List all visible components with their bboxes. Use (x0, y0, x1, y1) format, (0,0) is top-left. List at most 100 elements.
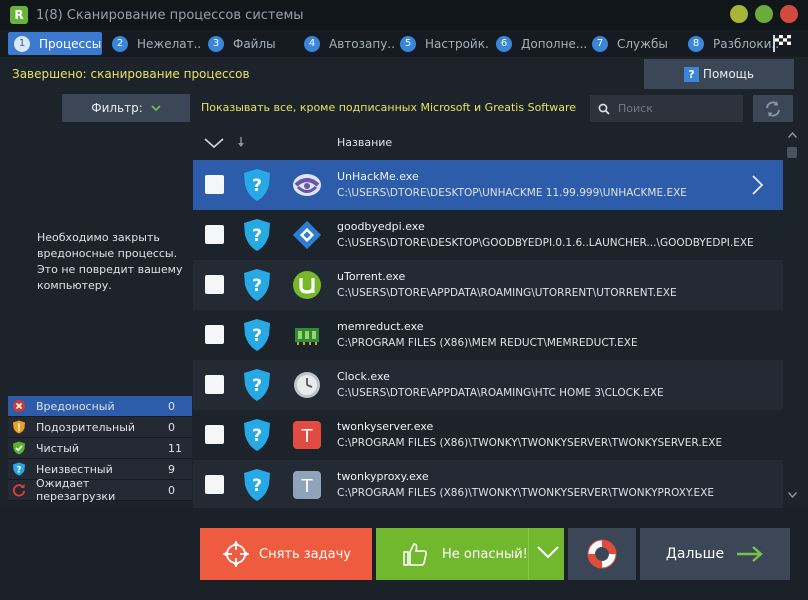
process-path: C:\USERS\DTORE\DESKTOP\UNHACKME 11.99.99… (337, 187, 687, 199)
legend-item-pending-reboot[interactable]: Ожидает перезагрузки 0 (8, 477, 192, 503)
help-button[interactable]: ? Помощь (644, 59, 794, 89)
svg-text:?: ? (252, 176, 262, 196)
twonkyserver-icon-letter: T (301, 426, 314, 447)
finish-flag-icon[interactable] (772, 34, 792, 52)
green-check-shield-icon (13, 441, 25, 455)
next-label: Дальше (665, 546, 725, 562)
step-label: Автозапу... (329, 36, 394, 51)
table-row[interactable]: ? uTorrent.exe C:\USERS\DTORE\APPDATA\RO… (193, 260, 783, 310)
red-x-icon (13, 400, 25, 412)
step-number: 3 (208, 35, 224, 52)
row-checkbox[interactable] (205, 275, 224, 294)
action-bar: Снять задачу Не опасный! Дальше (0, 508, 808, 600)
row-checkbox[interactable] (205, 475, 224, 494)
chevron-down-icon (151, 105, 161, 112)
unknown-shield-icon: ? (244, 269, 270, 301)
step-autorun[interactable]: 4 Автозапу... (298, 32, 394, 55)
search-input[interactable] (618, 102, 728, 115)
process-name: uTorrent.exe (337, 270, 406, 283)
legend-label: Ожидает перезагрузки (36, 477, 116, 503)
table-scrollbar[interactable] (785, 128, 800, 506)
scroll-up-icon[interactable] (788, 132, 797, 138)
row-checkbox[interactable] (205, 425, 224, 444)
title-bar[interactable]: R 1(8) Сканирование процессов системы (0, 0, 808, 30)
filter-button[interactable]: Фильтр: (62, 94, 190, 122)
close-button[interactable] (780, 5, 798, 23)
process-name: memreduct.exe (337, 320, 424, 333)
legend-list: Вредоносный 0 Подозрительный 0 Чистый 11… (8, 396, 192, 503)
arrow-right-icon (737, 546, 763, 562)
row-checkbox[interactable] (205, 225, 224, 244)
refresh-button[interactable] (753, 95, 793, 122)
legend-count: 0 (168, 399, 175, 413)
step-processes[interactable]: 1 Процессы (8, 32, 102, 55)
table-row[interactable]: ? T twonkyproxy.exe C:\PROGRAM FILES (X8… (193, 460, 783, 510)
process-name: twonkyserver.exe (337, 420, 434, 433)
select-all-chevron-icon[interactable] (203, 136, 225, 150)
process-name: twonkyproxy.exe (337, 470, 429, 483)
table-row[interactable]: ? T twonkyserver.exe C:\PROGRAM FILES (X… (193, 410, 783, 460)
unknown-shield-icon: ? (244, 369, 270, 401)
table-row[interactable]: ? UnHackMe.exe C:\USERS\DTORE\DESKTOP\UN… (193, 160, 783, 210)
svg-text:?: ? (252, 426, 262, 446)
lifebuoy-button[interactable] (568, 528, 636, 580)
process-path: C:\PROGRAM FILES (X86)\TWONKY\TWONKYSERV… (337, 487, 715, 499)
chevron-right-icon[interactable] (750, 174, 766, 196)
legend-item-clean[interactable]: Чистый 11 (8, 438, 192, 459)
step-extras[interactable]: 6 Дополне... (490, 32, 586, 55)
table-header: Название (193, 128, 783, 158)
step-files[interactable]: 3 Файлы (202, 32, 298, 55)
svg-text:?: ? (252, 226, 262, 246)
scroll-down-icon[interactable] (788, 492, 797, 498)
table-row[interactable]: ? goodbyedpi.exe C:\USERS\DTORE\DESKTOP\… (193, 210, 783, 260)
chevron-down-icon[interactable] (536, 544, 560, 560)
step-label: Настройк... (425, 36, 490, 51)
svg-text:?: ? (252, 326, 262, 346)
row-checkbox[interactable] (205, 375, 224, 394)
not-dangerous-label: Не опасный! (442, 546, 528, 562)
step-label: Службы (617, 36, 668, 51)
unhackme-icon (293, 174, 321, 196)
step-number: 7 (592, 35, 608, 52)
filter-label: Фильтр: (91, 101, 143, 115)
legend-item-malicious[interactable]: Вредоносный 0 (8, 396, 192, 417)
step-label: Разблоки... (713, 36, 778, 51)
legend-count: 0 (168, 420, 175, 434)
notice-text: Необходимо закрыть вредоносные процессы.… (37, 231, 183, 292)
step-label: Нежелат... (137, 36, 202, 51)
legend-label: Чистый (36, 441, 79, 455)
row-checkbox[interactable] (205, 175, 224, 194)
blue-question-shield-icon: ? (13, 462, 25, 476)
clock-icon (294, 372, 320, 398)
orange-exclamation-shield-icon (13, 420, 25, 434)
maximize-button[interactable] (755, 5, 773, 23)
minimize-button[interactable] (730, 5, 748, 23)
twonkyproxy-icon: T (293, 471, 321, 499)
step-label: Дополне... (521, 36, 586, 51)
process-name: goodbyedpi.exe (337, 220, 425, 233)
step-settings[interactable]: 5 Настройк... (394, 32, 490, 55)
column-header-name[interactable]: Название (337, 136, 392, 149)
row-checkbox[interactable] (205, 325, 224, 344)
step-number: 1 (14, 35, 30, 52)
table-rows: ? UnHackMe.exe C:\USERS\DTORE\DESKTOP\UN… (193, 160, 783, 510)
not-dangerous-button[interactable]: Не опасный! (376, 528, 564, 580)
table-row[interactable]: ? Clock.exe C:\USERS\DTORE\APPDATA\ROAMI… (193, 360, 783, 410)
legend-item-suspicious[interactable]: Подозрительный 0 (8, 417, 192, 438)
step-services[interactable]: 7 Службы (586, 32, 682, 55)
table-row[interactable]: ? memreduct.exe C:\PROGRAM FILES (X86)\M… (193, 310, 783, 360)
search-box[interactable] (590, 95, 743, 122)
search-icon (598, 103, 610, 115)
sort-arrow-icon[interactable] (236, 136, 246, 148)
wizard-steps: 1 Процессы 2 Нежелат... 3 Файлы 4 Автозапу..… (0, 30, 808, 57)
scrollbar-thumb[interactable] (787, 147, 797, 158)
step-unblock[interactable]: 8 Разблоки... (682, 32, 778, 55)
unknown-shield-icon: ? (244, 319, 270, 351)
step-unwanted[interactable]: 2 Нежелат... (106, 32, 202, 55)
process-path: C:\USERS\DTORE\APPDATA\ROAMING\HTC HOME … (337, 387, 664, 399)
next-button[interactable]: Дальше (640, 528, 790, 580)
utorrent-icon (293, 271, 321, 299)
kill-task-button[interactable]: Снять задачу (200, 528, 372, 580)
crosshair-icon (223, 541, 249, 567)
svg-text:?: ? (252, 476, 262, 496)
